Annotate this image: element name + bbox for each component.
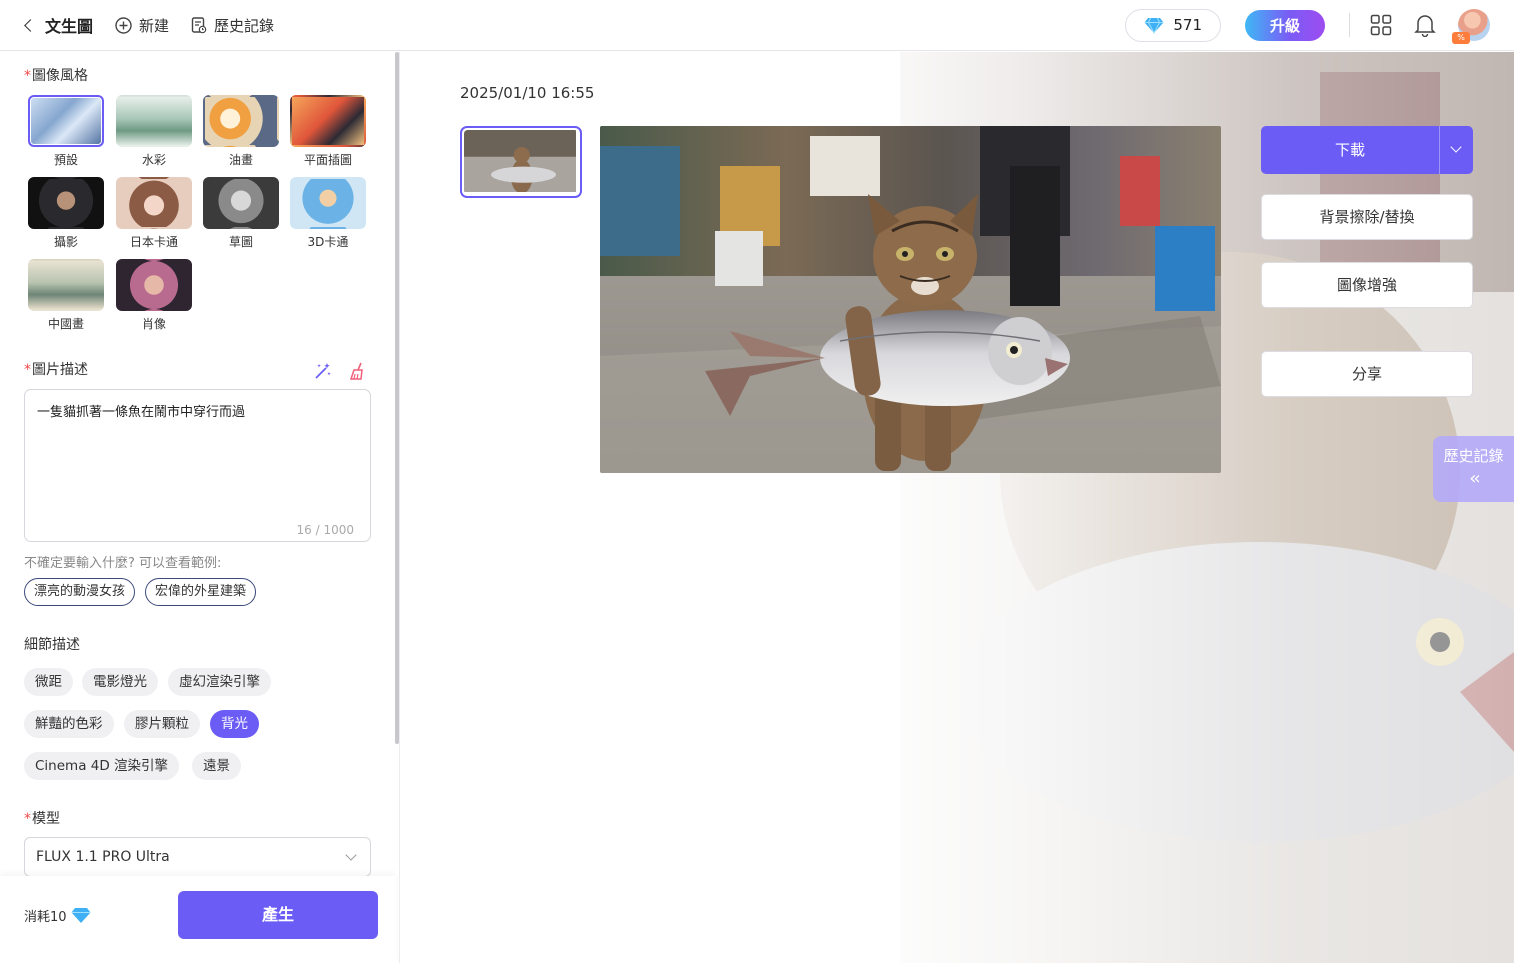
style-label: 攝影 xyxy=(53,235,78,249)
top-bar: 文生圖 新建 歷史記錄 571 升級 % xyxy=(0,0,1514,51)
diamond-icon xyxy=(1144,17,1164,34)
model-select[interactable]: FLUX 1.1 PRO Ultra xyxy=(24,837,371,877)
detail-chip-distant-view[interactable]: 遠景 xyxy=(192,752,241,780)
apps-icon[interactable] xyxy=(1370,14,1392,36)
detail-chip-cinematic-lighting[interactable]: 電影燈光 xyxy=(82,668,158,696)
style-thumb xyxy=(203,177,279,229)
style-option-chinese-painting[interactable]: 中國畫 xyxy=(28,259,104,335)
upgrade-button[interactable]: 升級 xyxy=(1245,9,1325,41)
detail-chip-cinema4d[interactable]: Cinema 4D 渲染引擎 xyxy=(24,752,180,780)
model-section-label: *模型 xyxy=(24,811,60,827)
history-label: 歷史記錄 xyxy=(214,16,275,35)
style-option-default[interactable]: 預設 xyxy=(28,95,104,171)
detail-chip-film-grain[interactable]: 膠片顆粒 xyxy=(124,710,200,738)
double-chevron-left-icon: ‹‹ xyxy=(1469,468,1480,489)
history-button[interactable]: 歷史記錄 xyxy=(191,15,274,36)
avatar[interactable]: % xyxy=(1452,9,1490,44)
style-thumb xyxy=(116,259,192,311)
download-label: 下載 xyxy=(1334,141,1365,159)
style-label: 中國畫 xyxy=(47,317,84,331)
divider xyxy=(1349,13,1350,37)
download-button[interactable]: 下載 xyxy=(1261,126,1473,174)
style-option-photo[interactable]: 攝影 xyxy=(28,177,104,253)
style-option-portrait[interactable]: 肖像 xyxy=(116,259,192,335)
style-option-3d-cartoon[interactable]: 3D卡通 xyxy=(290,177,366,253)
style-label: 肖像 xyxy=(141,317,166,331)
detail-section-label: 細節描述 xyxy=(24,637,80,653)
bell-icon[interactable] xyxy=(1414,13,1436,37)
style-thumb xyxy=(28,259,104,311)
style-thumb xyxy=(203,95,279,147)
image-enhance-button[interactable]: 圖像增強 xyxy=(1261,262,1473,308)
style-label: 3D卡通 xyxy=(307,235,349,249)
style-option-anime[interactable]: 日本卡通 xyxy=(116,177,192,253)
credits-count: 571 xyxy=(1173,16,1202,34)
new-button[interactable]: 新建 xyxy=(115,15,169,36)
detail-chip-unreal-engine[interactable]: 虛幻渲染引擎 xyxy=(168,668,271,696)
history-side-tab[interactable]: 歷史記錄 ‹‹ xyxy=(1433,436,1514,502)
style-thumb xyxy=(116,177,192,229)
diamond-icon xyxy=(71,908,91,923)
cost-label: 消耗10 xyxy=(24,910,67,925)
background-remove-button[interactable]: 背景擦除/替換 xyxy=(1261,194,1473,240)
style-thumb xyxy=(290,177,366,229)
style-label: 平面插圖 xyxy=(303,153,352,167)
history-doc-icon xyxy=(191,16,207,33)
clear-broom-icon[interactable] xyxy=(348,361,368,381)
style-thumb xyxy=(28,95,104,147)
cost-indicator: 消耗10 xyxy=(24,906,91,925)
back-button[interactable]: 文生圖 xyxy=(24,13,94,37)
style-label: 水彩 xyxy=(141,153,166,167)
prompt-textarea[interactable]: 一隻貓抓著一條魚在鬧市中穿行而過 16 / 1000 xyxy=(24,389,371,542)
style-option-sketch[interactable]: 草圖 xyxy=(203,177,279,253)
model-value: FLUX 1.1 PRO Ultra xyxy=(36,849,170,865)
example-chip-anime-girl[interactable]: 漂亮的動漫女孩 xyxy=(24,578,136,606)
generated-image[interactable] xyxy=(600,126,1221,473)
share-button[interactable]: 分享 xyxy=(1261,351,1473,397)
prompt-section-label: *圖片描述 xyxy=(24,362,88,378)
detail-chip-macro[interactable]: 微距 xyxy=(24,668,73,696)
cat-fish-thumbnail-image xyxy=(464,130,576,194)
discount-tag-icon: % xyxy=(1452,32,1470,44)
style-label: 預設 xyxy=(53,153,78,167)
result-thumbnail[interactable] xyxy=(460,126,582,198)
magic-wand-icon[interactable] xyxy=(313,361,333,381)
style-section-label: *圖像風格 xyxy=(24,68,88,84)
chevron-down-icon xyxy=(345,849,357,861)
new-label: 新建 xyxy=(139,16,170,35)
prompt-counter: 16 / 1000 xyxy=(296,523,354,537)
result-timestamp: 2025/01/10 16:55 xyxy=(460,84,595,102)
history-tab-label: 歷史記錄 xyxy=(1443,447,1504,465)
chevron-left-icon xyxy=(24,18,37,32)
style-thumb xyxy=(28,177,104,229)
example-chip-alien-architecture[interactable]: 宏偉的外星建築 xyxy=(145,578,257,606)
generate-button[interactable]: 產生 xyxy=(178,891,378,939)
detail-chip-vivid-color[interactable]: 鮮豔的色彩 xyxy=(24,710,114,738)
style-thumb xyxy=(290,95,366,147)
example-hint: 不確定要輸入什麼? 可以查看範例: xyxy=(24,556,222,571)
plus-circle-icon xyxy=(115,16,132,34)
style-option-watercolor[interactable]: 水彩 xyxy=(116,95,192,171)
style-thumb xyxy=(116,95,192,147)
style-label: 油畫 xyxy=(228,153,253,167)
style-label: 日本卡通 xyxy=(129,235,178,249)
style-option-flat[interactable]: 平面插圖 xyxy=(290,95,366,171)
page-title: 文生圖 xyxy=(45,17,94,36)
prompt-text: 一隻貓抓著一條魚在鬧市中穿行而過 xyxy=(37,405,246,420)
detail-chip-backlight[interactable]: 背光 xyxy=(210,710,259,738)
chevron-down-icon[interactable] xyxy=(1439,126,1473,174)
cat-carrying-fish-image xyxy=(600,126,1221,473)
style-label: 草圖 xyxy=(228,235,253,249)
style-option-oil[interactable]: 油畫 xyxy=(203,95,279,171)
credits-badge[interactable]: 571 xyxy=(1125,8,1221,42)
